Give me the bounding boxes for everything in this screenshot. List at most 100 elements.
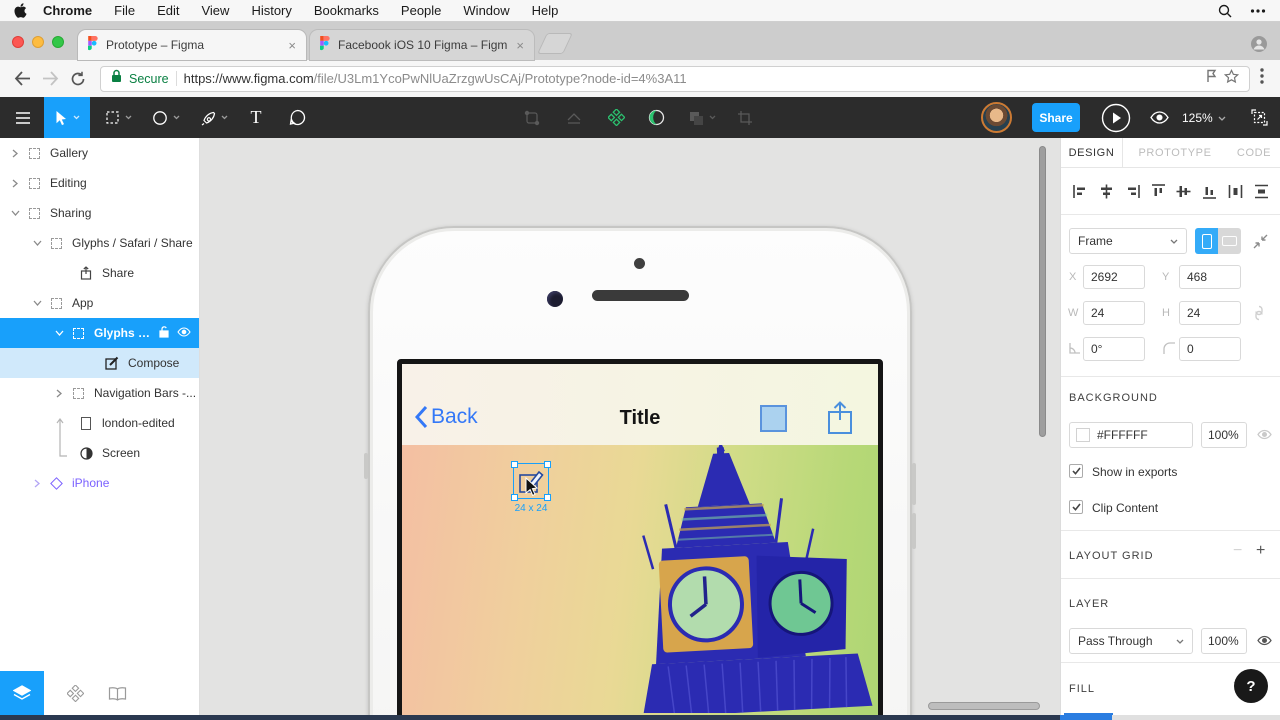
blend-mode-dropdown[interactable]: Pass Through [1069,628,1193,654]
layer-row-iphone[interactable]: iPhone [0,468,199,498]
observation-eye-icon[interactable] [1144,97,1174,138]
align-right-icon[interactable] [1124,183,1141,200]
menubar-app-name[interactable]: Chrome [43,3,92,18]
layer-row-share[interactable]: Share [0,258,199,288]
layer-row-glyphs-selected[interactable]: Glyphs … [0,318,199,348]
tab-code[interactable]: CODE [1227,138,1280,168]
layout-grid-remove-button[interactable]: − [1233,542,1242,560]
h-input[interactable] [1179,301,1241,325]
canvas-vertical-scrollbar[interactable] [1039,146,1046,437]
layer-row-navigation-bars[interactable]: Navigation Bars -... [0,378,199,408]
layer-row-screen[interactable]: Screen [0,438,199,468]
distribute-horizontal-icon[interactable] [1227,183,1244,200]
menu-help[interactable]: Help [532,3,559,18]
ios-share-icon[interactable] [826,400,854,436]
chevron-right-icon[interactable] [52,389,66,398]
layer-row-compose[interactable]: Compose [0,348,199,378]
share-button[interactable]: Share [1032,103,1080,132]
overflow-menu-icon[interactable] [1260,68,1264,89]
x-input[interactable] [1083,265,1145,289]
selection-handle[interactable] [544,461,551,468]
apple-icon[interactable] [14,3,27,18]
notification-center-icon[interactable] [1250,8,1266,14]
layout-grid-add-button[interactable]: + [1256,542,1265,560]
phone-screen-frame[interactable]: Back Title [397,359,883,720]
main-menu-icon[interactable] [4,97,42,138]
edit-object-icon[interactable] [518,97,546,138]
align-left-icon[interactable] [1072,183,1089,200]
crop-icon[interactable] [730,97,760,138]
text-tool[interactable]: T [238,97,274,138]
avatar[interactable] [981,102,1012,133]
minimize-window-button[interactable] [32,36,44,48]
align-horizontal-center-icon[interactable] [1098,183,1115,200]
layer-row-sharing[interactable]: Sharing [0,198,199,228]
close-window-button[interactable] [12,36,24,48]
eye-icon[interactable] [177,326,191,340]
layer-row-glyphs-safari-share[interactable]: Glyphs / Safari / Share [0,228,199,258]
chevron-right-icon[interactable] [8,179,22,188]
collapse-icon[interactable] [1253,234,1268,249]
tab-close-icon[interactable]: × [288,38,296,53]
link-constrain-icon[interactable] [1252,305,1266,321]
layer-row-london-edited[interactable]: london-edited [0,408,199,438]
layer-row-gallery[interactable]: Gallery [0,138,199,168]
eye-icon[interactable] [1257,429,1272,440]
new-tab-button[interactable] [537,33,573,54]
corner-radius-input[interactable] [1179,337,1241,361]
chevron-down-icon[interactable] [52,330,66,336]
tab-prototype[interactable]: PROTOTYPE [1123,138,1227,168]
create-component-icon[interactable] [602,97,630,138]
align-vertical-center-icon[interactable] [1175,183,1192,200]
move-tool[interactable] [44,97,90,138]
search-icon[interactable] [1218,4,1232,18]
back-icon[interactable] [8,71,36,86]
menu-file[interactable]: File [114,3,135,18]
forward-icon[interactable] [36,71,64,86]
frame-preset-dropdown[interactable]: Frame [1069,228,1187,254]
selection-handle[interactable] [544,494,551,501]
y-input[interactable] [1179,265,1241,289]
selection-handle[interactable] [511,461,518,468]
landscape-toggle[interactable] [1218,228,1241,254]
components-tab-icon[interactable] [54,685,96,702]
chevron-right-icon[interactable] [30,479,44,488]
clip-content-checkbox[interactable] [1069,500,1083,514]
url-field[interactable]: Secure https://www.figma.com/file/U3Lm1Y… [100,66,1250,92]
bookmark-star-icon[interactable] [1224,69,1239,89]
zoom-window-button[interactable] [52,36,64,48]
mask-icon[interactable] [642,97,670,138]
unlock-icon[interactable] [159,326,169,341]
chevron-down-icon[interactable] [8,210,22,216]
comment-tool[interactable] [278,97,316,138]
eye-icon[interactable] [1257,635,1272,646]
layer-row-app[interactable]: App [0,288,199,318]
flatten-icon[interactable] [560,97,588,138]
library-book-icon[interactable] [96,686,138,701]
align-bottom-icon[interactable] [1201,183,1218,200]
reload-icon[interactable] [64,71,92,87]
help-button[interactable]: ? [1234,669,1268,703]
portrait-toggle[interactable] [1195,228,1218,254]
flag-icon[interactable] [1206,69,1217,88]
show-in-exports-checkbox[interactable] [1069,464,1083,478]
color-swatch[interactable] [1076,428,1090,442]
menu-view[interactable]: View [201,3,229,18]
menu-people[interactable]: People [401,3,441,18]
distribute-vertical-icon[interactable] [1253,183,1270,200]
selection-handle[interactable] [511,494,518,501]
menu-edit[interactable]: Edit [157,3,179,18]
tab-close-icon[interactable]: × [516,38,524,53]
present-button[interactable] [1098,97,1134,138]
tab-prototype[interactable]: Prototype – Figma × [78,30,306,60]
profile-icon[interactable] [1250,35,1268,58]
layer-opacity-input[interactable]: 100% [1201,628,1247,654]
canvas[interactable]: Back Title [200,138,1060,720]
rotation-input[interactable] [1083,337,1145,361]
menu-bookmarks[interactable]: Bookmarks [314,3,379,18]
background-opacity-input[interactable]: 100% [1201,422,1247,448]
layer-row-editing[interactable]: Editing [0,168,199,198]
menu-history[interactable]: History [251,3,291,18]
align-top-icon[interactable] [1150,183,1167,200]
frame-tool[interactable] [96,97,140,138]
